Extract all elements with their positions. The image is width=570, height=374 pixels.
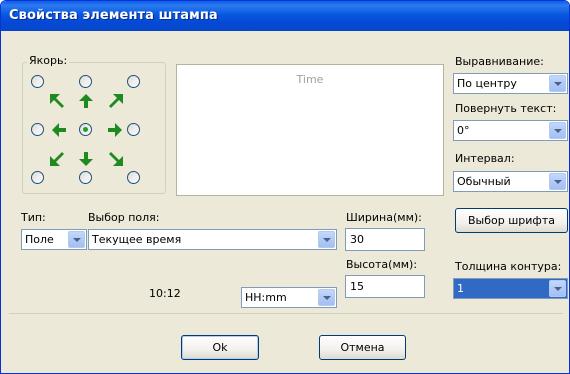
cancel-label: Отмена — [340, 341, 385, 354]
field-value: Текущее время — [92, 233, 182, 246]
stamp-preview: Time — [176, 64, 444, 196]
cancel-button[interactable]: Отмена — [319, 335, 406, 360]
anchor-top-left-radio[interactable] — [31, 75, 44, 88]
footer-separator — [9, 313, 563, 373]
width-value: 30 — [350, 233, 364, 246]
anchor-top-center-radio[interactable] — [79, 75, 92, 88]
height-field[interactable]: 15 — [345, 275, 425, 298]
spacing-value: Обычный — [457, 175, 511, 188]
anchor-bottom-center-radio[interactable] — [79, 171, 92, 184]
preview-text: Time — [296, 73, 324, 86]
type-label: Тип: — [21, 211, 46, 224]
chevron-down-icon[interactable] — [549, 173, 566, 190]
anchor-label: Якорь: — [27, 54, 70, 67]
choose-font-label: Выбор шрифта — [468, 214, 555, 227]
type-select[interactable]: Поле — [21, 229, 87, 250]
spacing-label: Интервал: — [455, 152, 515, 165]
field-label: Выбор поля: — [88, 211, 160, 224]
width-label: Ширина(мм): — [346, 211, 422, 224]
alignment-label: Выравнивание: — [455, 55, 544, 68]
ok-button[interactable]: Ok — [181, 335, 259, 360]
choose-font-button[interactable]: Выбор шрифта — [455, 208, 568, 233]
window-title: Свойства элемента штампа — [9, 8, 218, 23]
arrow-right-icon — [107, 122, 123, 138]
width-field[interactable]: 30 — [345, 228, 425, 251]
height-label: Высота(мм): — [346, 258, 418, 271]
chevron-down-icon[interactable] — [549, 75, 566, 92]
outline-value: 1 — [457, 282, 464, 295]
arrow-up-right-icon — [108, 93, 124, 109]
chevron-down-icon[interactable] — [549, 280, 566, 297]
anchor-center-radio[interactable] — [79, 123, 92, 136]
rotate-value: 0° — [457, 124, 470, 137]
anchor-bottom-right-radio[interactable] — [127, 171, 140, 184]
height-value: 15 — [350, 280, 364, 293]
rotate-select[interactable]: 0° — [453, 120, 568, 141]
anchor-middle-left-radio[interactable] — [31, 123, 44, 136]
stamp-properties-dialog: Свойства элемента штампа Якорь: Time Выр… — [0, 0, 570, 374]
time-format-value: HH:mm — [245, 291, 287, 304]
arrow-down-right-icon — [108, 151, 124, 167]
chevron-down-icon[interactable] — [318, 231, 335, 248]
alignment-value: По центру — [457, 77, 517, 90]
type-value: Поле — [25, 233, 54, 246]
outline-select[interactable]: 1 — [453, 278, 568, 299]
rotate-label: Повернуть текст: — [455, 102, 557, 115]
anchor-middle-right-radio[interactable] — [127, 123, 140, 136]
arrow-up-left-icon — [49, 93, 65, 109]
arrow-up-icon — [78, 93, 94, 109]
arrow-left-icon — [51, 122, 67, 138]
chevron-down-icon[interactable] — [68, 231, 85, 248]
chevron-down-icon[interactable] — [318, 289, 335, 306]
anchor-top-right-radio[interactable] — [127, 75, 140, 88]
time-format-select[interactable]: HH:mm — [241, 287, 337, 308]
arrow-down-left-icon — [49, 151, 65, 167]
outline-label: Толщина контура: — [455, 260, 562, 273]
ok-label: Ok — [212, 341, 228, 354]
spacing-select[interactable]: Обычный — [453, 171, 568, 192]
alignment-select[interactable]: По центру — [453, 73, 568, 94]
title-bar[interactable]: Свойства элемента штампа — [1, 1, 569, 31]
anchor-bottom-left-radio[interactable] — [31, 171, 44, 184]
field-select[interactable]: Текущее время — [88, 229, 337, 250]
time-preview: 10:12 — [149, 287, 181, 300]
chevron-down-icon[interactable] — [549, 122, 566, 139]
arrow-down-icon — [78, 151, 94, 167]
